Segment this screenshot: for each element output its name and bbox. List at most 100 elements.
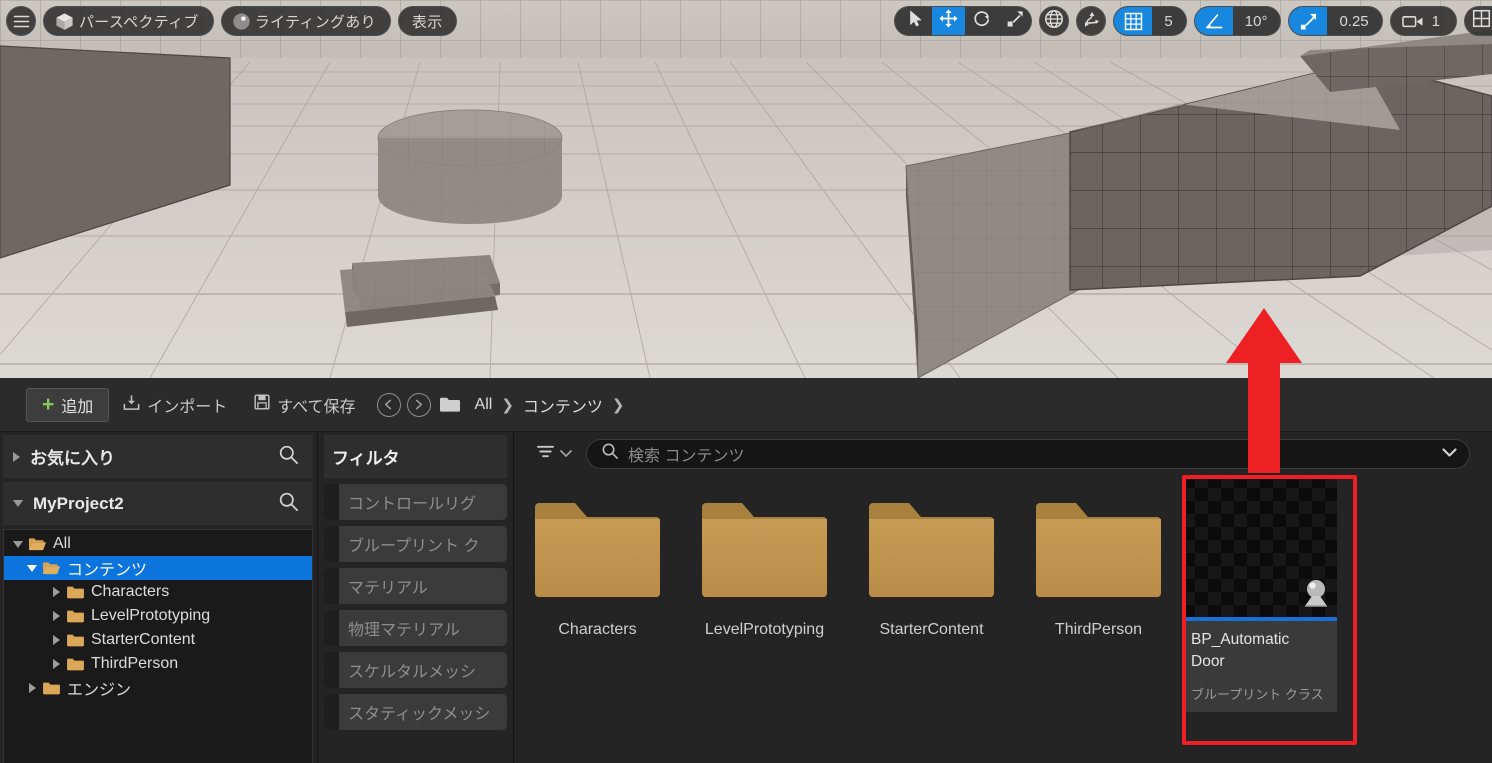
angle-snap-value[interactable]: 10° xyxy=(1233,13,1281,30)
triangle-right-icon[interactable] xyxy=(52,587,60,597)
show-button[interactable]: 表示 xyxy=(397,6,457,36)
favorites-header[interactable]: お気に入り xyxy=(3,435,313,478)
triangle-down-icon[interactable] xyxy=(27,564,37,572)
filter-chip-material[interactable]: マテリアル xyxy=(324,568,507,604)
triangle-right-icon[interactable] xyxy=(52,659,60,669)
angle-snap-control[interactable]: 10° xyxy=(1193,6,1282,36)
asset-name-line2: Door xyxy=(1191,653,1225,670)
asset-name-line1: BP_Automatic xyxy=(1191,631,1290,648)
triangle-right-icon[interactable] xyxy=(52,635,60,645)
diagonal-arrow-icon[interactable] xyxy=(1289,7,1328,35)
camera-speed-value: 1 xyxy=(1431,12,1440,30)
add-button[interactable]: + 追加 xyxy=(26,387,110,422)
folder-tile-thirdperson[interactable]: ThirdPerson xyxy=(1015,497,1182,639)
scale-snap-value[interactable]: 0.25 xyxy=(1327,13,1381,30)
back-button[interactable] xyxy=(376,392,401,417)
globe-icon xyxy=(1044,9,1064,34)
filter-chip-physical-material[interactable]: 物理マテリアル xyxy=(324,610,507,646)
filter-chip-blueprint-class[interactable]: ブループリント ク xyxy=(324,526,507,562)
favorites-label: お気に入り xyxy=(30,449,115,468)
save-icon xyxy=(253,393,271,416)
filter-swatch[interactable] xyxy=(324,610,339,646)
scale-tool-button[interactable] xyxy=(998,7,1031,35)
search-icon-2[interactable] xyxy=(278,491,299,517)
grid-layout-icon xyxy=(1472,9,1491,33)
chevron-right-icon-2: ❯ xyxy=(611,396,625,414)
angle-icon[interactable] xyxy=(1194,7,1233,35)
tree-item-startercontent[interactable]: StarterContent xyxy=(4,628,312,652)
viewport-layout-button[interactable] xyxy=(1464,6,1492,36)
folder-tile-label: Characters xyxy=(558,621,637,638)
filter-swatch[interactable] xyxy=(324,694,339,730)
filter-chip-skeletal-mesh[interactable]: スケルタルメッシ xyxy=(324,652,507,688)
folder-icon-characters xyxy=(66,585,85,600)
move-tool-button[interactable] xyxy=(932,7,966,35)
hamburger-menu-button[interactable] xyxy=(6,6,36,36)
sphere-lit-icon xyxy=(222,12,251,31)
filter-chip-static-mesh[interactable]: スタティックメッシ xyxy=(324,694,507,730)
triangle-down-icon[interactable] xyxy=(13,500,23,507)
search-input[interactable]: 検索 コンテンツ xyxy=(586,438,1470,469)
folder-tile-icon-4 xyxy=(1032,497,1165,607)
forward-button[interactable] xyxy=(406,392,431,417)
asset-tile-bp-automatic-door[interactable]: BP_Automatic Door ブループリント クラス xyxy=(1182,475,1337,712)
filter-swatch[interactable] xyxy=(324,568,339,604)
chevron-right-icon: ❯ xyxy=(501,396,514,414)
grid-snap-control[interactable]: 5 xyxy=(1113,6,1187,36)
scale-gizmo-icon xyxy=(1006,10,1024,33)
breadcrumb-all[interactable]: All xyxy=(469,396,499,414)
scale-snap-control[interactable]: 0.25 xyxy=(1288,6,1383,36)
import-label: インポート xyxy=(147,398,228,416)
folder-tile-characters[interactable]: Characters xyxy=(514,497,681,639)
filter-chip-label: スタティックメッシ xyxy=(348,706,491,723)
grid-snap-value[interactable]: 5 xyxy=(1152,13,1185,30)
plus-icon: + xyxy=(42,393,55,416)
arrow-left-icon xyxy=(384,399,392,410)
perspective-button[interactable]: パースペクティブ xyxy=(43,6,214,36)
folder-tile-startercontent[interactable]: StarterContent xyxy=(848,497,1015,639)
import-button[interactable]: インポート xyxy=(109,388,240,422)
filter-chip-label: コントロールリグ xyxy=(348,496,477,513)
filter-chip-label: ブループリント ク xyxy=(348,538,480,555)
filters-title: フィルタ xyxy=(324,435,507,478)
filters-panel: フィルタ コントロールリグ ブループリント ク マテリアル 物理マテリアル スケ… xyxy=(318,432,514,763)
cursor-arrow-icon xyxy=(909,10,923,32)
triangle-right-icon[interactable] xyxy=(52,611,60,621)
filter-chip-label: マテリアル xyxy=(348,580,428,597)
save-all-button[interactable]: すべて保存 xyxy=(240,388,368,422)
content-browser: + 追加 インポート すべて保存 All ❯ コンテンツ ❯ お気に入り MyP… xyxy=(0,378,1492,763)
camera-speed-control[interactable]: 1 xyxy=(1389,6,1457,36)
tree-item-characters-label: Characters xyxy=(91,583,170,600)
rotate-tool-button[interactable] xyxy=(965,7,998,35)
level-viewport[interactable]: パースペクティブ ライティングあり 表示 5 10° 0.25 1 xyxy=(0,0,1492,378)
unreal-editor-window: パースペクティブ ライティングあり 表示 5 10° 0.25 1 + 追加 イ… xyxy=(0,0,1492,763)
tree-item-content[interactable]: コンテンツ xyxy=(4,556,312,580)
triangle-right-icon[interactable] xyxy=(28,683,36,693)
lighting-button[interactable]: ライティングあり xyxy=(220,6,391,36)
project-header[interactable]: MyProject2 xyxy=(3,482,313,525)
tree-item-characters[interactable]: Characters xyxy=(4,580,312,604)
tree-item-all-label: All xyxy=(53,535,71,552)
search-icon-3 xyxy=(601,442,619,465)
content-browser-toolbar: + 追加 インポート すべて保存 All ❯ コンテンツ ❯ xyxy=(0,378,1492,432)
tree-item-levelprototyping[interactable]: LevelPrototyping xyxy=(4,604,312,628)
tree-item-thirdperson[interactable]: ThirdPerson xyxy=(4,652,312,676)
select-tool-button[interactable] xyxy=(895,7,932,35)
filter-swatch[interactable] xyxy=(324,652,339,688)
search-icon[interactable] xyxy=(278,444,299,470)
breadcrumb-content[interactable]: コンテンツ xyxy=(517,393,609,417)
filter-swatch[interactable] xyxy=(324,526,339,562)
surface-snap-icon xyxy=(1081,9,1101,34)
grid-icon[interactable] xyxy=(1114,7,1153,35)
asset-view: 検索 コンテンツ Characters LevelPrototyping Sta… xyxy=(514,432,1492,763)
tree-item-levelprototyping-label: LevelPrototyping xyxy=(91,607,211,624)
filter-chip-control-rig[interactable]: コントロールリグ xyxy=(324,484,507,520)
triangle-down-icon[interactable] xyxy=(13,540,23,548)
tree-item-all[interactable]: All xyxy=(4,532,312,556)
search-chevron-down-icon[interactable] xyxy=(1442,445,1457,463)
folder-tile-levelprototyping[interactable]: LevelPrototyping xyxy=(681,497,848,639)
filter-swatch[interactable] xyxy=(324,484,339,520)
tree-item-engine[interactable]: エンジン xyxy=(4,676,312,700)
filter-dropdown-button[interactable] xyxy=(536,443,572,465)
triangle-right-icon[interactable] xyxy=(13,451,20,462)
